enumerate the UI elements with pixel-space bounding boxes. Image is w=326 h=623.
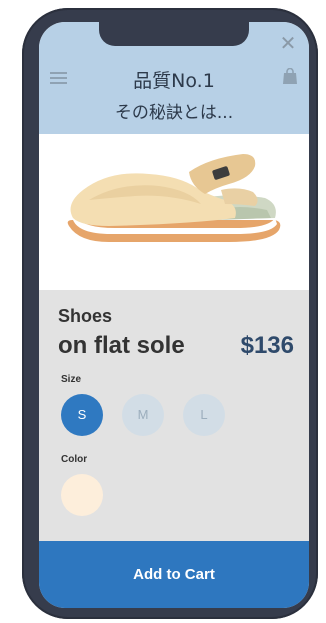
size-option-s[interactable]: S [61, 394, 103, 436]
size-option-m[interactable]: M [122, 394, 164, 436]
page-title: 品質No.1 [133, 70, 215, 92]
sneaker-image [67, 154, 281, 242]
device-notch [99, 22, 249, 46]
close-icon[interactable]: ✕ [279, 33, 297, 53]
product-category: Shoes [58, 306, 113, 326]
size-label: Size [61, 374, 82, 385]
page-subtitle: その秘訣とは... [114, 103, 234, 123]
app-screen: ✕ 品質No.1 その秘訣とは... Shoes on flat sole $1… [39, 22, 309, 608]
product-details: Shoes on flat sole $136 Size S M L Color [39, 290, 309, 541]
product-name: on flat sole [58, 332, 185, 359]
add-to-cart-button[interactable]: Add to Cart [39, 541, 309, 608]
product-image [39, 134, 309, 290]
product-price: $136 [240, 332, 294, 359]
size-option-l[interactable]: L [183, 394, 225, 436]
color-swatch[interactable] [61, 474, 103, 516]
color-label: Color [61, 454, 88, 465]
